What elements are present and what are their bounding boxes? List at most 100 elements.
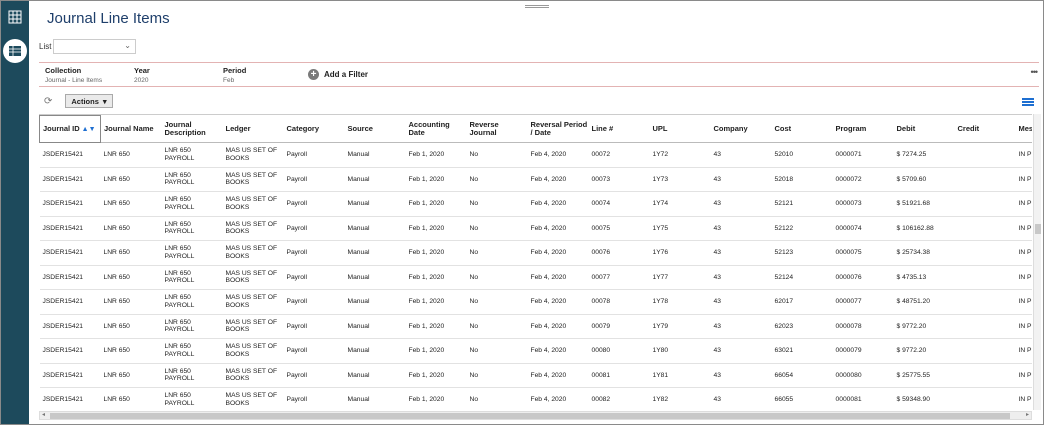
filter-period-value[interactable]: Feb [223,77,234,84]
table-row[interactable]: JSDER15421 LNR 650 LNR 650 PAYROLL MAS US S… [39,314,1032,339]
column-header[interactable]: Line # [588,115,650,143]
page-title: Journal Line Items [47,10,170,27]
table-cell: Manual [344,289,406,315]
column-header-label: Reversal Period / Date [530,119,588,137]
table-cell: LNR 650 [100,363,162,388]
table-cell: LNR 650 PAYROLL [161,265,223,290]
table-cell: Feb 1, 2020 [405,265,467,290]
list-select[interactable]: ⌄ [53,39,136,54]
table-row[interactable]: JSDER15421 LNR 650 LNR 650 PAYROLL MAS US S… [39,338,1032,364]
table-cell: 0000071 [832,142,894,168]
table-cell: Feb 1, 2020 [405,314,467,339]
table-cell: Feb 1, 2020 [405,338,467,364]
chevron-down-icon: ⌄ [124,41,131,50]
table-cell: No [466,216,528,241]
table-cell: JSDER15421 [39,240,101,266]
column-header[interactable]: Accounting Date [405,115,467,143]
column-header[interactable]: Debit [893,115,955,143]
table-cell: 1Y78 [649,289,711,315]
table-row[interactable]: JSDER15421 LNR 650 LNR 650 PAYROLL MAS US S… [39,191,1032,217]
table-cell: No [466,363,528,388]
column-header[interactable]: Cost [771,115,833,143]
column-header-label: Journal Description [164,119,206,137]
table-cell: 00075 [588,216,650,241]
table-row[interactable]: JSDER15421 LNR 650 LNR 650 PAYROLL MAS US S… [39,240,1032,266]
table-cell: JSDER15421 [39,265,101,290]
table-cell: LNR 650 [100,387,162,410]
column-header[interactable]: Journal ID ▲▼ [39,115,101,143]
drag-handle[interactable] [525,5,549,8]
table-cell: JSDER15421 [39,338,101,364]
column-header[interactable]: Category [283,115,345,143]
table-cell: 1Y79 [649,314,711,339]
table-cell: No [466,142,528,168]
table-icon[interactable] [3,39,27,63]
vertical-scrollbar[interactable] [1033,114,1041,410]
table-cell: 43 [710,167,772,192]
table-cell: Feb 4, 2020 [527,240,589,266]
grid-apps-icon[interactable] [5,7,25,27]
table-row[interactable]: JSDER15421 LNR 650 LNR 650 PAYROLL MAS US S… [39,265,1032,290]
table-header-row: Journal ID ▲▼ Journal Name Journal Descrip… [39,115,1032,143]
table-cell: $ 4735.13 [893,265,955,290]
column-header[interactable]: Source [344,115,406,143]
column-header[interactable]: Company [710,115,772,143]
column-header[interactable]: Credit [954,115,1016,143]
table-cell: No [466,338,528,364]
actions-button[interactable]: Actions ▾ [65,94,113,108]
column-header[interactable]: UPL [649,115,711,143]
table-cell: IN PR [1015,338,1032,364]
scroll-left-icon[interactable]: ◂ [42,411,45,418]
table-cell: Manual [344,240,406,266]
table-row[interactable]: JSDER15421 LNR 650 LNR 650 PAYROLL MAS US S… [39,289,1032,315]
horizontal-scroll-thumb[interactable] [50,413,1010,419]
table-cell: 52124 [771,265,833,290]
filter-year-value[interactable]: 2020 [134,77,148,84]
table-cell: Manual [344,363,406,388]
table-cell: 43 [710,191,772,217]
table-cell: 0000076 [832,265,894,290]
table-cell: 1Y80 [649,338,711,364]
column-header-label: Ledger [225,123,251,133]
table-cell: 0000078 [832,314,894,339]
column-settings-icon[interactable] [1022,98,1034,108]
table-cell: 62023 [771,314,833,339]
table-cell: Feb 4, 2020 [527,167,589,192]
more-icon[interactable]: ••• [1031,67,1039,77]
table-row[interactable]: JSDER15421 LNR 650 LNR 650 PAYROLL MAS US S… [39,363,1032,388]
table-row[interactable]: JSDER15421 LNR 650 LNR 650 PAYROLL MAS US S… [39,142,1032,168]
sort-asc-icon[interactable]: ▲ [80,126,89,133]
column-header[interactable]: Reversal Period / Date [527,115,589,143]
refresh-icon[interactable]: ⟳ [44,96,52,107]
column-header[interactable]: Program [832,115,894,143]
table-row[interactable]: JSDER15421 LNR 650 LNR 650 PAYROLL MAS US S… [39,216,1032,241]
table-cell: $ 7274.25 [893,142,955,168]
table-cell: IN PR [1015,240,1032,266]
table-cell: 0000081 [832,387,894,410]
vertical-scroll-thumb[interactable] [1035,224,1041,234]
add-filter-button[interactable]: + Add a Filter [308,69,368,80]
table-cell: Payroll [283,265,345,290]
column-header[interactable]: Reverse Journal [466,115,528,143]
table-cell: $ 48751.20 [893,289,955,315]
table-cell: $ 5709.60 [893,167,955,192]
column-header[interactable]: Ledger [222,115,284,143]
table-cell: JSDER15421 [39,191,101,217]
table-row[interactable]: JSDER15421 LNR 650 LNR 650 PAYROLL MAS US S… [39,387,1032,410]
table-cell: $ 9772.20 [893,338,955,364]
table-cell: Feb 4, 2020 [527,314,589,339]
horizontal-scrollbar[interactable]: ◂ ▸ [39,411,1032,420]
table-row[interactable]: JSDER15421 LNR 650 LNR 650 PAYROLL MAS US S… [39,167,1032,192]
column-header[interactable]: Journal Description [161,115,223,143]
table-cell: Feb 1, 2020 [405,216,467,241]
table-cell: Payroll [283,338,345,364]
table-cell: Feb 1, 2020 [405,167,467,192]
sort-desc-icon[interactable]: ▼ [89,126,96,133]
table-cell: 0000072 [832,167,894,192]
column-header[interactable]: Mes [1015,115,1032,143]
table-cell: 1Y72 [649,142,711,168]
filter-collection-value[interactable]: Journal - Line Items [45,77,102,84]
scroll-right-icon[interactable]: ▸ [1026,411,1029,418]
column-header[interactable]: Journal Name [100,115,162,143]
table-cell: Payroll [283,289,345,315]
